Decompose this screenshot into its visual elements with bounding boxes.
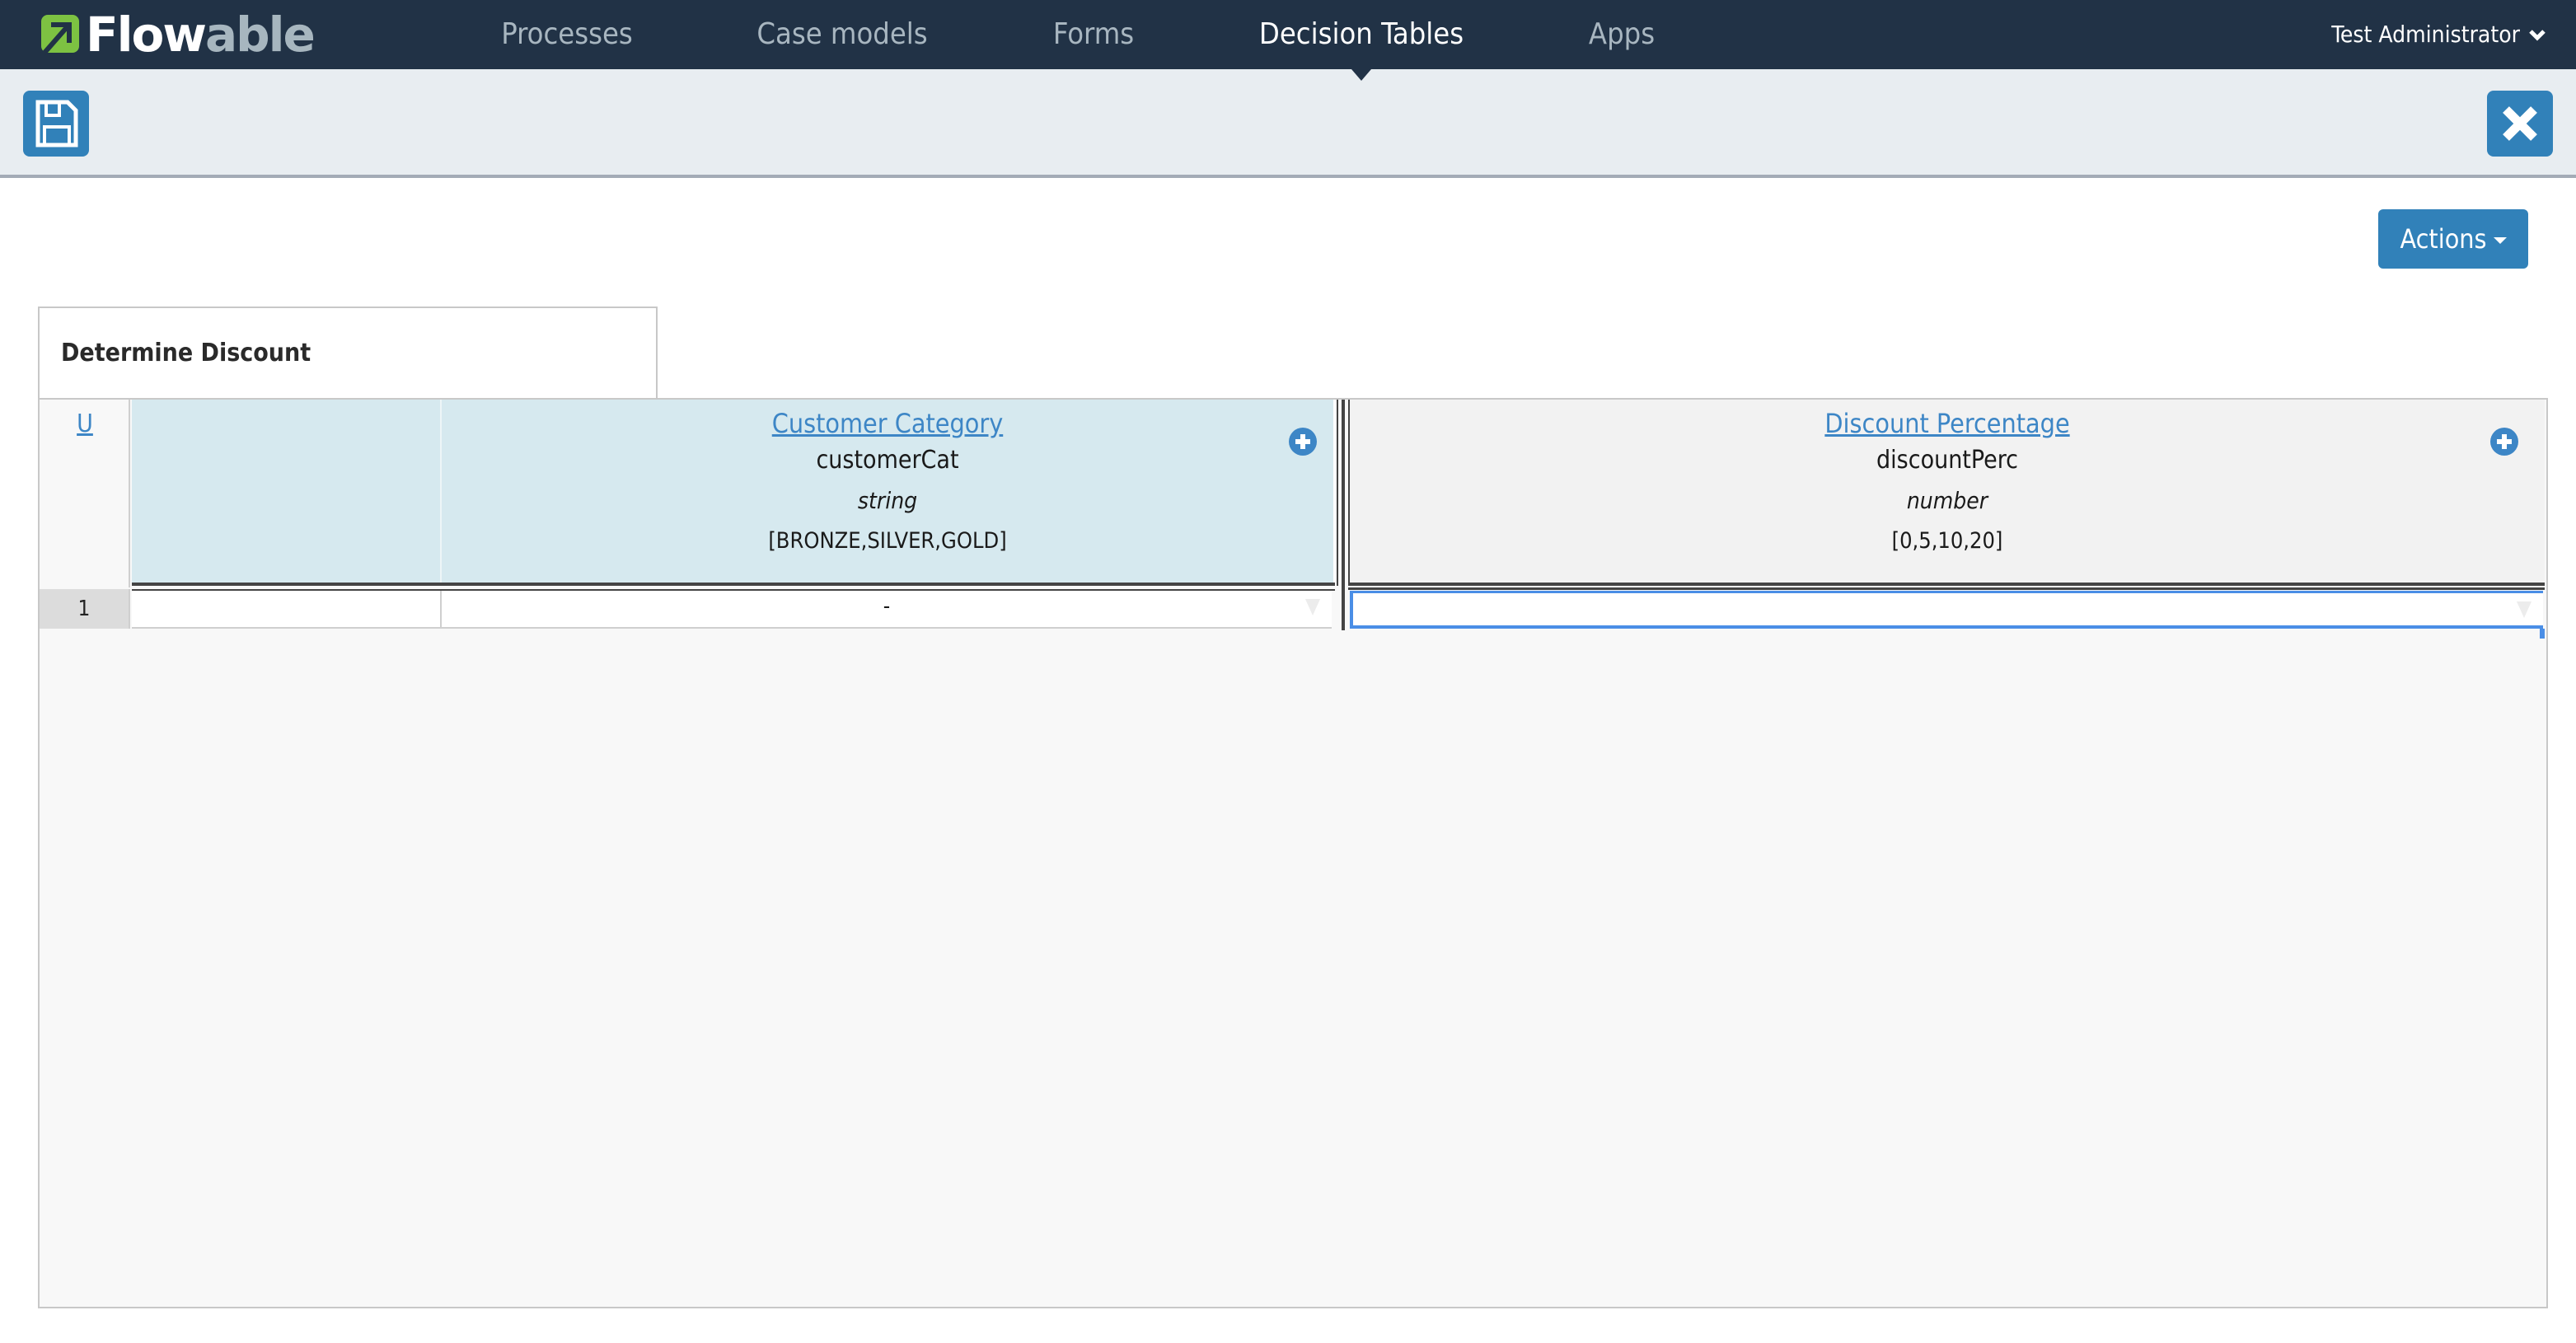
- decision-table-name: Determine Discount: [61, 339, 311, 367]
- nav-forms[interactable]: Forms: [1053, 0, 1134, 69]
- input-operator-header: [132, 400, 442, 583]
- add-input-column-icon[interactable]: [1289, 428, 1317, 456]
- output-column-type: number: [1906, 487, 1988, 514]
- input-operator-cell[interactable]: [132, 591, 442, 629]
- top-navbar: Flowable Processes Case models Forms Dec…: [0, 0, 2576, 69]
- flowable-logo-icon: [38, 15, 79, 56]
- caret-down-icon: [2493, 237, 2507, 244]
- input-column-type: string: [857, 487, 918, 514]
- output-column-variable: discountPerc: [1876, 446, 2018, 475]
- input-column-header[interactable]: Customer Category customerCat string [BR…: [132, 400, 1335, 583]
- output-column-label[interactable]: Discount Percentage: [1350, 408, 2545, 439]
- output-header-divider: [1348, 583, 2545, 586]
- output-header-divider-2: [1348, 587, 2545, 590]
- dropdown-triangle-icon[interactable]: [2517, 601, 2532, 618]
- input-output-separator: [1335, 400, 1348, 630]
- nav-decision-tables[interactable]: Decision Tables: [1259, 0, 1464, 69]
- input-column-values: [BRONZE,SILVER,GOLD]: [768, 528, 1007, 554]
- nav-apps[interactable]: Apps: [1589, 0, 1655, 69]
- output-value-cell[interactable]: [1350, 591, 2543, 629]
- chevron-down-icon: [2529, 30, 2546, 41]
- input-header-divider: [132, 583, 1335, 586]
- input-value-text: -: [883, 594, 891, 619]
- hit-policy-cell: U: [40, 400, 130, 587]
- row-number[interactable]: 1: [40, 589, 130, 629]
- output-column-header[interactable]: Discount Percentage discountPerc number …: [1348, 400, 2545, 583]
- floppy-disk-icon: [35, 100, 78, 147]
- active-nav-indicator: [1351, 69, 1371, 81]
- output-column-values: [0,5,10,20]: [1891, 528, 2003, 554]
- close-icon: [2503, 106, 2537, 141]
- actions-dropdown-button[interactable]: Actions: [2378, 209, 2528, 269]
- selection-fill-handle[interactable]: [2540, 629, 2545, 639]
- add-output-column-icon[interactable]: [2490, 428, 2518, 456]
- input-column-label[interactable]: Customer Category: [442, 408, 1333, 439]
- editor-toolbar: [0, 69, 2576, 178]
- dropdown-triangle-icon[interactable]: [1305, 599, 1320, 615]
- input-column-variable: customerCat: [816, 446, 959, 475]
- input-value-cell[interactable]: -: [442, 591, 1332, 629]
- close-button[interactable]: [2487, 91, 2553, 157]
- brand-text-1: Flow: [86, 7, 207, 63]
- save-button[interactable]: [23, 91, 89, 157]
- decision-table-name-tab[interactable]: Determine Discount: [38, 307, 658, 399]
- decision-table-grid: U Customer Category customerCat string […: [38, 398, 2548, 1308]
- actions-label: Actions: [2400, 223, 2487, 255]
- user-name: Test Administrator: [2331, 21, 2520, 48]
- hit-policy-link[interactable]: U: [40, 409, 130, 438]
- flowable-logo[interactable]: Flowable: [38, 7, 316, 63]
- nav-case-models[interactable]: Case models: [756, 0, 927, 69]
- brand-text-2: able: [204, 7, 316, 63]
- nav-processes[interactable]: Processes: [501, 0, 633, 69]
- user-menu[interactable]: Test Administrator: [2331, 0, 2546, 69]
